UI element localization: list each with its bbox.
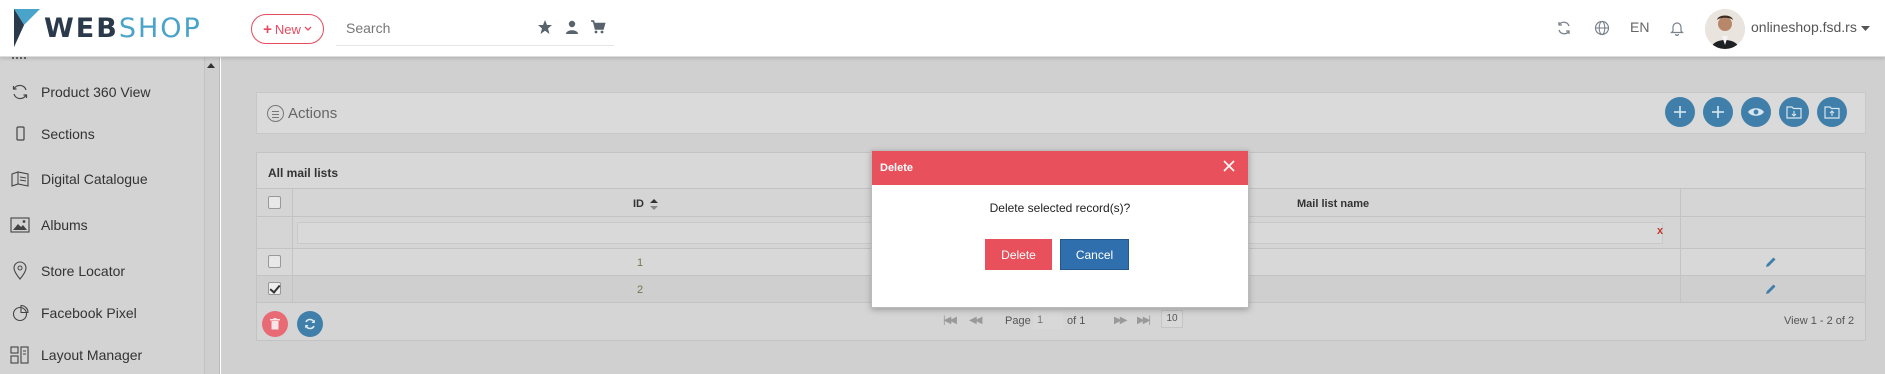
top-header: WEBSHOP + New EN onlineshop.fsd.rs: [0, 0, 1885, 57]
globe-icon[interactable]: [1594, 20, 1610, 36]
sidebar-item-sections[interactable]: Sections: [0, 114, 205, 154]
confirm-delete-button[interactable]: Delete: [985, 239, 1052, 270]
last-page-icon[interactable]: ▶▶|: [1137, 315, 1151, 326]
actions-panel: Actions: [256, 92, 1866, 134]
delete-records-button[interactable]: [262, 311, 288, 337]
logo-flag-icon: [14, 9, 40, 47]
plus-icon: +: [263, 20, 272, 38]
select-all-checkbox[interactable]: [268, 196, 281, 209]
sidebar-item-store-locator[interactable]: Store Locator: [0, 251, 205, 291]
cancel-button[interactable]: Cancel: [1060, 239, 1129, 270]
row-checkbox[interactable]: [268, 282, 281, 295]
sidebar-item-product-360-view[interactable]: Product 360 View: [0, 72, 205, 112]
edit-pencil-icon[interactable]: [1765, 283, 1777, 295]
sidebar: Product 360 View Sections Digital Catalo…: [0, 57, 220, 374]
view-icon: [1748, 108, 1764, 116]
sidebar-item-facebook-pixel[interactable]: Facebook Pixel: [0, 293, 205, 333]
new-button[interactable]: + New: [251, 14, 324, 44]
sidebar-item-layout-manager[interactable]: Layout Manager: [0, 335, 205, 374]
delete-dialog: Delete Delete selected record(s)? Delete…: [871, 150, 1249, 308]
next-page-icon[interactable]: ▶▶: [1114, 315, 1127, 326]
language-selector[interactable]: EN: [1630, 19, 1649, 35]
sidebar-item-label: Layout Manager: [41, 347, 143, 363]
dialog-title: Delete: [880, 162, 914, 174]
view-button[interactable]: [1741, 97, 1771, 127]
new-button-label: New: [274, 21, 301, 37]
star-icon[interactable]: [537, 19, 553, 35]
pie-chart-icon: [10, 303, 30, 323]
first-page-icon[interactable]: |◀◀: [943, 315, 957, 326]
reload-button[interactable]: [297, 311, 323, 337]
chevron-down-icon: [304, 26, 312, 31]
trash-icon: [270, 318, 280, 330]
page-count: of 1: [1067, 315, 1086, 327]
webshop-logo[interactable]: WEBSHOP: [14, 8, 202, 48]
page-label: Page: [1005, 315, 1031, 327]
user-photo-icon: [1705, 9, 1745, 49]
add-new-button[interactable]: [1703, 97, 1733, 127]
sidebar-item-label: Store Locator: [41, 263, 126, 279]
sidebar-item-label: Facebook Pixel: [41, 305, 137, 321]
dialog-message: Delete selected record(s)?: [989, 201, 1131, 215]
rotate-360-icon: [10, 82, 30, 102]
sidebar-item-label: Sections: [41, 126, 95, 142]
account-name: onlineshop.fsd.rs: [1751, 19, 1857, 35]
cart-icon[interactable]: [590, 19, 606, 35]
close-icon[interactable]: [1222, 159, 1236, 173]
layout-icon: [10, 345, 30, 365]
refresh-icon[interactable]: [1556, 20, 1572, 36]
bell-icon[interactable]: [1669, 20, 1685, 36]
user-icon[interactable]: [564, 19, 580, 35]
edit-pencil-icon[interactable]: [1765, 256, 1777, 268]
add-icon: [1674, 106, 1686, 118]
logo-text: WEBSHOP: [44, 12, 202, 44]
catalogue-icon: [10, 169, 30, 189]
image-icon: [10, 215, 30, 235]
more-dots-icon: [12, 57, 26, 59]
row-id: 2: [637, 284, 644, 296]
page-number-input[interactable]: [1033, 311, 1063, 329]
prev-page-icon[interactable]: ◀◀: [969, 315, 982, 326]
account-menu[interactable]: onlineshop.fsd.rs: [1751, 19, 1870, 35]
mobile-icon: [10, 124, 30, 144]
column-header-mail-list-name[interactable]: Mail list name: [1297, 198, 1369, 210]
sidebar-item-albums[interactable]: Albums: [0, 205, 205, 245]
export-button[interactable]: [1817, 97, 1847, 127]
sidebar-scrollbar[interactable]: [204, 57, 219, 374]
refresh-icon: [305, 318, 315, 330]
avatar[interactable]: [1705, 9, 1745, 49]
add-button[interactable]: [1665, 97, 1695, 127]
dialog-header: Delete: [872, 151, 1248, 185]
grid-pager: |◀◀ ◀◀ Page of 1 ▶▶ ▶▶| 10 View 1 - 2 of…: [257, 303, 1865, 338]
page-size-select[interactable]: 10: [1161, 310, 1183, 328]
view-records-text: View 1 - 2 of 2: [1784, 315, 1855, 327]
actions-title: Actions: [288, 105, 338, 122]
row-checkbox[interactable]: [268, 255, 281, 268]
grid-caption-title: All mail lists: [268, 166, 339, 180]
row-id: 1: [637, 257, 644, 269]
add-icon: [1712, 106, 1724, 118]
sidebar-item-digital-catalogue[interactable]: Digital Catalogue: [0, 159, 205, 199]
sidebar-item-label: Product 360 View: [41, 84, 151, 100]
sidebar-item-label: Albums: [41, 217, 88, 233]
clear-filter-button[interactable]: x: [1657, 225, 1663, 237]
folder-export-icon: [1824, 106, 1840, 119]
scroll-up-arrow-icon[interactable]: [207, 63, 215, 68]
sidebar-item-label: Digital Catalogue: [41, 171, 148, 187]
list-menu-icon[interactable]: [267, 105, 284, 122]
column-header-id[interactable]: ID: [633, 198, 659, 210]
search-input[interactable]: [346, 20, 526, 36]
caret-down-icon: [1860, 26, 1870, 31]
sort-icon: [650, 198, 659, 210]
map-pin-icon: [10, 261, 30, 281]
folder-import-icon: [1786, 106, 1802, 119]
import-button[interactable]: [1779, 97, 1809, 127]
